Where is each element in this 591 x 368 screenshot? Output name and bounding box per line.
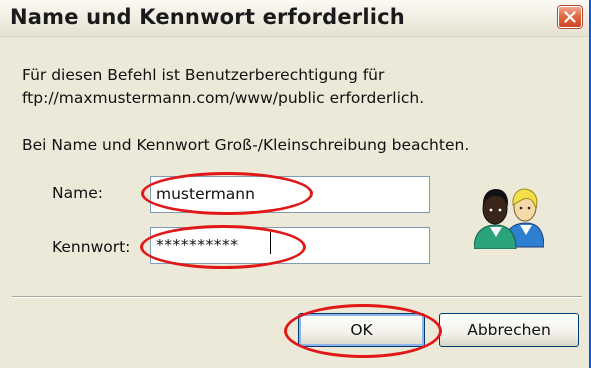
password-label: Kennwort: (52, 238, 131, 256)
password-field[interactable]: ********** (150, 227, 430, 264)
login-dialog: Name und Kennwort erforderlich Für diese… (0, 0, 591, 368)
close-x-icon (564, 11, 576, 23)
button-separator (12, 296, 582, 298)
case-sensitivity-hint: Bei Name und Kennwort Groß-/Kleinschreib… (22, 136, 470, 154)
users-icon (474, 188, 544, 249)
ok-button[interactable]: OK (298, 313, 425, 347)
title-bar[interactable]: Name und Kennwort erforderlich (0, 0, 591, 37)
dialog-title: Name und Kennwort erforderlich (10, 5, 405, 29)
close-button[interactable] (558, 6, 582, 28)
name-field[interactable]: mustermann (150, 176, 430, 213)
cancel-button[interactable]: Abbrechen (439, 313, 579, 347)
message-line-2: ftp://maxmustermann.com/www/public erfor… (22, 89, 425, 107)
name-label: Name: (52, 184, 103, 202)
message-line-1: Für diesen Befehl ist Benutzerberechtigu… (22, 66, 385, 84)
text-caret (270, 232, 271, 254)
